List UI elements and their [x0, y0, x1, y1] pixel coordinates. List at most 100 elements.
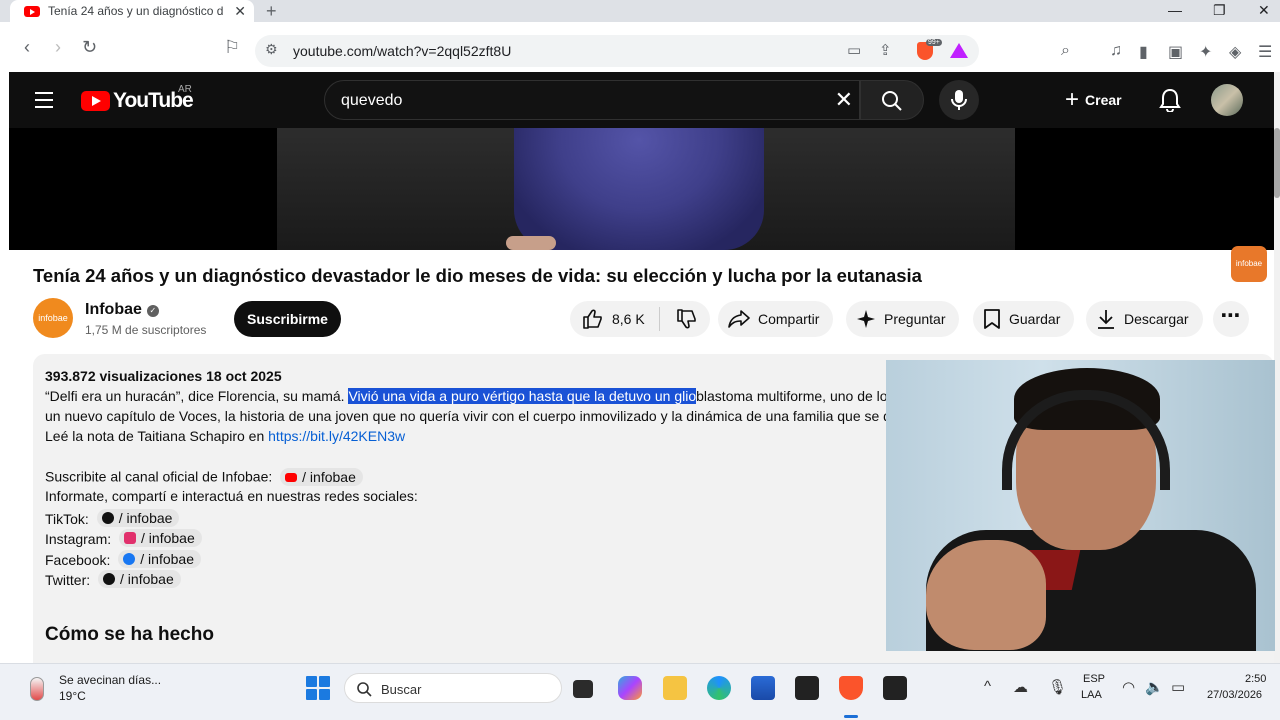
instagram-icon: [124, 532, 137, 544]
sparkle-ask-icon: [857, 310, 875, 328]
subscribe-button[interactable]: Suscribirme: [234, 301, 341, 337]
bookmark-icon[interactable]: ⚐: [224, 37, 240, 58]
plus-icon: +: [1065, 86, 1080, 113]
microsoft-store-icon[interactable]: [751, 676, 775, 700]
site-settings-icon[interactable]: ⚙: [265, 41, 278, 58]
channel-avatar[interactable]: infobae: [33, 298, 73, 338]
notifications-bell-icon[interactable]: [1159, 88, 1181, 112]
channel-name[interactable]: Infobae ✓: [85, 301, 159, 319]
like-button[interactable]: 8,6 K: [570, 307, 660, 331]
leo-icon[interactable]: ⌕: [1061, 42, 1070, 60]
hamburger-menu-icon[interactable]: [35, 92, 53, 113]
facebook-chip[interactable]: / infobae: [118, 550, 201, 568]
menu-icon[interactable]: ☰: [1258, 42, 1272, 62]
like-dislike-group: 8,6 K: [570, 301, 710, 337]
instagram-chip[interactable]: / infobae: [119, 529, 202, 547]
video-overlay: infobae: [9, 128, 1274, 282]
search-icon: [882, 91, 902, 111]
tiktok-icon: [101, 512, 114, 524]
account-avatar[interactable]: [1211, 84, 1243, 116]
language-code[interactable]: ESP: [1083, 673, 1105, 685]
youtube-header: YouTube AR quevedo ✕ + Crear: [9, 72, 1274, 128]
taskbar-search[interactable]: Buscar: [344, 673, 562, 703]
voice-search-button[interactable]: [939, 80, 979, 120]
search-button[interactable]: [860, 80, 924, 120]
volume-icon[interactable]: 🔈: [1145, 678, 1164, 696]
file-explorer-icon[interactable]: [663, 676, 687, 700]
description-line-2: un nuevo capítulo de Voces, la historia …: [45, 408, 899, 424]
selected-text: Vivió una vida a puro vértigo hasta que …: [348, 388, 697, 404]
forward-icon[interactable]: ›: [55, 37, 61, 58]
dislike-button[interactable]: [660, 308, 706, 330]
download-button[interactable]: Descargar: [1086, 301, 1203, 337]
battery-icon[interactable]: ▭: [1171, 678, 1185, 696]
windows-start-icon[interactable]: [306, 676, 330, 700]
sidebar-icon[interactable]: ▮: [1139, 42, 1148, 62]
sparkle-icon[interactable]: ✦: [1199, 42, 1212, 62]
like-count: 8,6 K: [612, 311, 645, 327]
video-title: Tenía 24 años y un diagnóstico devastado…: [33, 265, 922, 286]
weather-text[interactable]: Se avecinan días...: [59, 673, 161, 687]
subscriber-count: 1,75 M de suscriptores: [85, 323, 207, 337]
search-query[interactable]: quevedo: [341, 92, 402, 110]
media-icon[interactable]: ♫: [1110, 42, 1122, 60]
brave-browser-icon[interactable]: [839, 676, 863, 700]
download-icon: [1098, 310, 1114, 329]
reload-icon[interactable]: ↻: [82, 37, 97, 58]
description-line-3: Leé la nota de Taitiana Schapiro en http…: [45, 428, 406, 444]
cast-icon[interactable]: ▭: [847, 41, 861, 59]
thermometer-icon[interactable]: [30, 677, 44, 701]
browser-tab[interactable]: Tenía 24 años y un diagnóstico d ✕: [10, 0, 254, 22]
description-line-subscribe: Suscribite al canal oficial de Infobae: …: [45, 468, 363, 486]
channel-watermark[interactable]: infobae: [1231, 246, 1267, 282]
verified-check-icon: ✓: [146, 305, 159, 317]
more-actions-icon[interactable]: ⋯: [1213, 301, 1249, 337]
wifi-icon[interactable]: ◠: [1122, 678, 1135, 696]
app-notify-icon[interactable]: [883, 676, 907, 700]
url-text[interactable]: youtube.com/watch?v=2qql52zft8U: [293, 43, 511, 59]
address-bar[interactable]: ⚙ youtube.com/watch?v=2qql52zft8U ▭ ⇪: [255, 35, 979, 67]
new-tab-button[interactable]: +: [266, 1, 277, 22]
search-input[interactable]: quevedo ✕: [324, 80, 860, 120]
tiktok-chip[interactable]: / infobae: [96, 509, 180, 527]
maximize-icon[interactable]: ❐: [1213, 2, 1226, 19]
youtube-logo[interactable]: YouTube AR: [81, 84, 194, 113]
social-instagram: Instagram: / infobae: [45, 529, 202, 547]
close-window-icon[interactable]: ✕: [1258, 2, 1270, 19]
app-triangle-icon[interactable]: [795, 676, 819, 700]
view-count-date: 393.872 visualizaciones 18 oct 2025: [45, 368, 282, 384]
vpn-icon[interactable]: ◈: [1229, 42, 1241, 62]
close-tab-icon[interactable]: ✕: [234, 3, 246, 20]
create-button[interactable]: + Crear: [1053, 80, 1134, 120]
minimize-icon[interactable]: —: [1168, 2, 1182, 18]
keyboard-layout[interactable]: LAA: [1081, 689, 1102, 701]
youtube-channel-chip[interactable]: / infobae: [280, 468, 363, 486]
ask-button[interactable]: Preguntar: [846, 301, 960, 337]
task-view-icon[interactable]: [573, 680, 593, 698]
clear-search-icon[interactable]: ✕: [835, 87, 853, 113]
bookmark-save-icon: [984, 309, 1000, 329]
show-hidden-icons[interactable]: ^: [984, 678, 991, 695]
windows-taskbar: Se avecinan días... 19°C Buscar ^ ☁ 🎙 ES…: [0, 663, 1280, 720]
save-button[interactable]: Guardar: [973, 301, 1075, 337]
social-twitter: Twitter: / infobae: [45, 570, 181, 588]
facebook-icon: [123, 553, 136, 565]
share-icon: [728, 310, 750, 328]
x-icon: [103, 573, 116, 585]
onedrive-icon[interactable]: ☁: [1013, 678, 1028, 696]
temperature[interactable]: 19°C: [59, 689, 86, 703]
twitter-chip[interactable]: / infobae: [98, 570, 181, 588]
clock-date[interactable]: 27/03/2026: [1207, 689, 1262, 701]
share-page-icon[interactable]: ⇪: [879, 41, 892, 59]
microphone-tray-icon[interactable]: 🎙: [1048, 678, 1067, 696]
back-icon[interactable]: ‹: [24, 37, 30, 58]
youtube-play-icon: [81, 91, 110, 111]
clock-time[interactable]: 2:50: [1245, 673, 1266, 685]
edge-browser-icon[interactable]: [707, 676, 731, 700]
scrollbar-thumb[interactable]: [1274, 128, 1280, 198]
share-button[interactable]: Compartir: [718, 301, 834, 337]
article-link[interactable]: https://bit.ly/42KEN3w: [268, 428, 405, 444]
wallet-icon[interactable]: ▣: [1168, 42, 1183, 62]
brave-rewards-icon[interactable]: [950, 43, 968, 58]
copilot-icon[interactable]: [618, 676, 642, 700]
